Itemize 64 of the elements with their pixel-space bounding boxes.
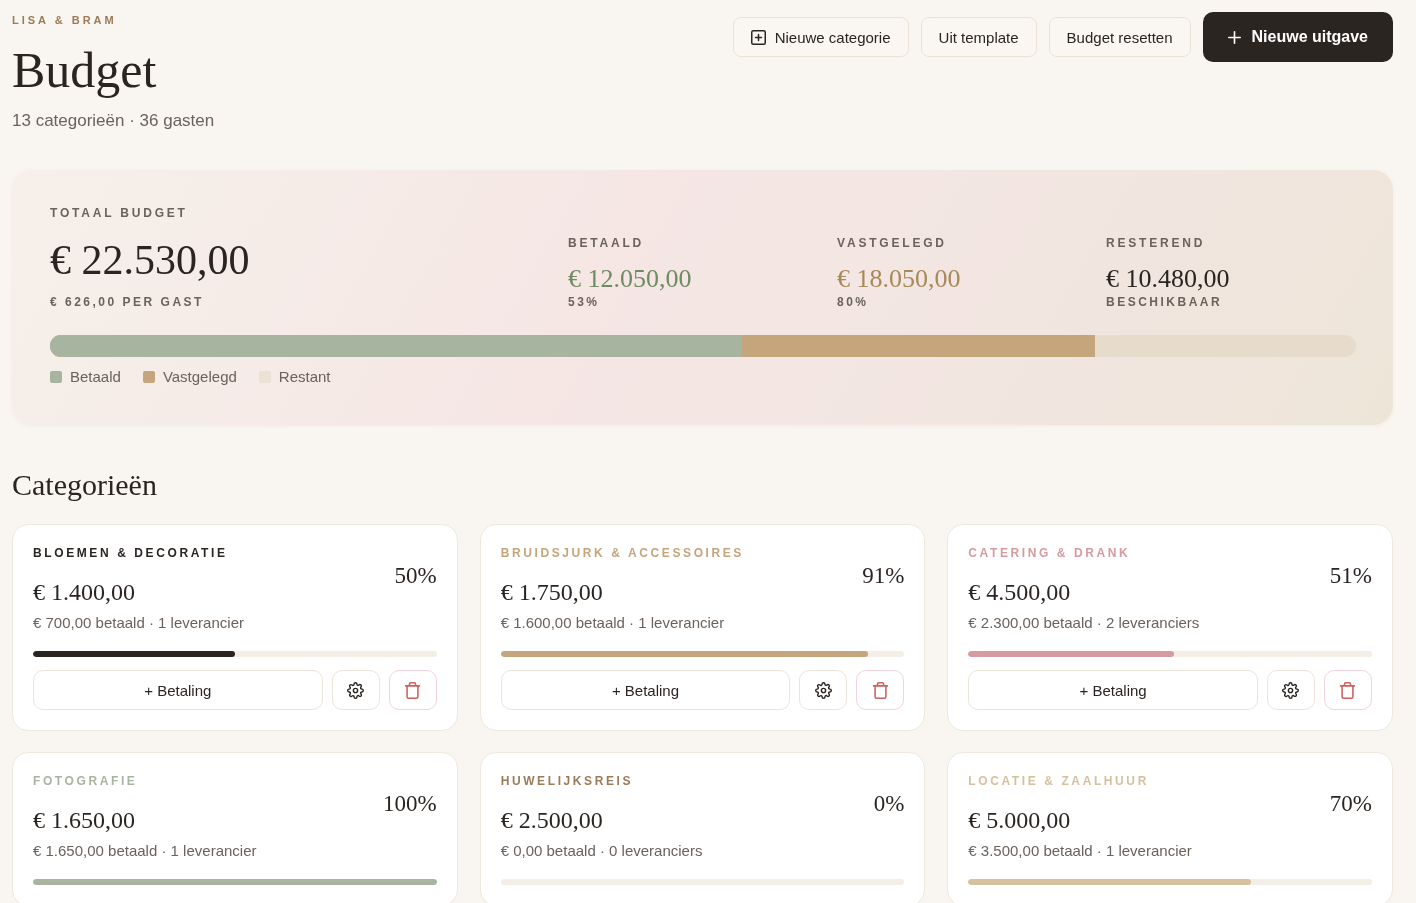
total-budget-label: TOTAAL BUDGET [50,205,189,221]
stat-value: € 10.480,00 [1106,264,1231,294]
stat-note: 53% [568,294,601,310]
category-name: CATERING & DRANK [968,545,1131,561]
delete-button[interactable] [388,670,437,710]
settings-icon [814,681,832,699]
category-details: € 2.300,00 betaald · 2 leveranciers [968,613,1201,633]
category-percentage: 51% [1329,562,1372,590]
delete-button[interactable] [856,670,905,710]
category-name: LOCATIE & ZAALHUUR [968,773,1149,789]
category-amount: € 4.500,00 [968,578,1072,607]
add-payment-button[interactable]: + Betaling [33,670,323,710]
legend-label: Vastgelegd [162,367,237,387]
stat-value: € 18.050,00 [837,264,962,294]
stat-note: BESCHIKBAAR [1106,294,1224,310]
primary-button[interactable]: Nieuwe uitgave [1202,12,1393,62]
trash-icon [871,681,889,699]
category-details: € 3.500,00 betaald · 1 leverancier [968,841,1193,861]
stat-label: VASTGELEGD [837,235,948,251]
settings-button[interactable] [331,670,380,710]
category-name: FOTOGRAFIE [33,773,138,789]
category-percentage: 70% [1329,790,1372,818]
category-amount: € 1.650,00 [33,806,136,835]
toolbar-button[interactable]: Budget resetten [1048,17,1191,57]
stat-note: 80% [837,294,870,310]
category-amount: € 1.750,00 [500,578,604,607]
category-name: HUWELIJKSREIS [500,773,634,789]
plus-icon [1227,30,1241,44]
settings-icon [347,681,365,699]
category-amount: € 1.400,00 [33,578,136,607]
category-details: € 0,00 betaald · 0 leveranciers [500,841,704,861]
plus-square-icon [750,29,766,45]
stat-label: BETAALD [568,235,646,251]
category-percentage: 100% [383,790,437,818]
category-amount: € 5.000,00 [968,806,1072,835]
stat-value: € 12.050,00 [568,264,693,294]
toolbar-button[interactable]: Nieuwe categorie [732,17,909,57]
legend-label: Betaald [70,367,121,387]
per-guest-amount: € 626,00 PER GAST [50,294,205,310]
category-details: € 700,00 betaald · 1 leverancier [33,613,245,633]
add-payment-button[interactable]: + Betaling [968,670,1258,710]
settings-icon [1282,681,1300,699]
category-percentage: 0% [873,790,905,818]
category-details: € 1.600,00 betaald · 1 leverancier [500,613,726,633]
toolbar-button[interactable]: Uit template [920,17,1037,57]
category-percentage: 91% [862,562,905,590]
settings-button[interactable] [1267,670,1315,710]
trash-icon [1339,681,1357,699]
category-percentage: 50% [394,562,437,590]
page-subtitle: 13 categorieën · 36 gasten [12,110,215,132]
category-name: BLOEMEN & DECORATIE [33,545,228,561]
stat-label: RESTEREND [1106,235,1207,251]
settings-button[interactable] [799,670,848,710]
total-budget-amount: € 22.530,00 [50,236,251,285]
section-title: Categorieën [12,467,158,503]
category-name: BRUIDSJURK & ACCESSOIRES [500,545,744,561]
trash-icon [404,681,422,699]
add-payment-button[interactable]: + Betaling [500,670,791,710]
category-details: € 1.650,00 betaald · 1 leverancier [33,841,258,861]
couple-name: LISA & BRAM [12,13,118,28]
legend-label: Restant [278,367,331,387]
page-title: Budget [12,41,158,100]
category-amount: € 2.500,00 [500,806,604,835]
delete-button[interactable] [1324,670,1372,710]
